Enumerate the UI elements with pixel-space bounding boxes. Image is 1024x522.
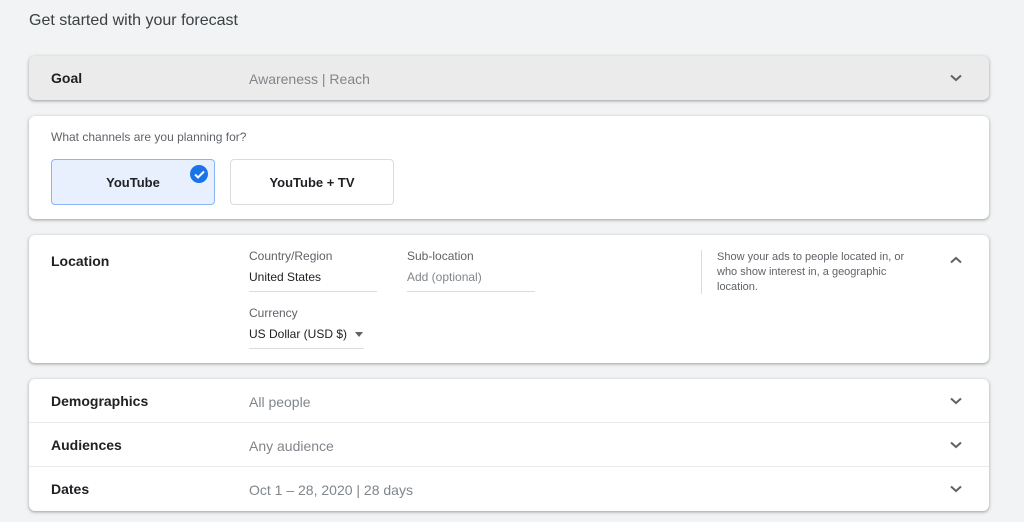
channels-question: What channels are you planning for? bbox=[51, 130, 247, 144]
audiences-label: Audiences bbox=[51, 437, 122, 453]
goal-label: Goal bbox=[51, 70, 83, 86]
chevron-down-icon[interactable] bbox=[949, 394, 963, 408]
channel-option-youtube-tv[interactable]: YouTube + TV bbox=[230, 159, 394, 205]
currency-select[interactable]: US Dollar (USD $) bbox=[249, 327, 364, 341]
page-title: Get started with your forecast bbox=[29, 12, 238, 29]
targeting-sections: Demographics All people Audiences Any au… bbox=[29, 379, 989, 511]
channel-option-youtube[interactable]: YouTube bbox=[51, 159, 215, 205]
country-field[interactable]: United States bbox=[249, 270, 321, 284]
divider bbox=[29, 466, 989, 467]
demographics-value: All people bbox=[249, 394, 311, 410]
goal-section[interactable]: Goal Awareness | Reach bbox=[29, 56, 989, 100]
sublocation-input[interactable]: Add (optional) bbox=[407, 270, 482, 284]
currency-caption: Currency bbox=[249, 306, 298, 320]
currency-value: US Dollar (USD $) bbox=[249, 327, 348, 341]
checkmark-icon bbox=[190, 165, 208, 183]
channel-option-label: YouTube + TV bbox=[269, 174, 355, 190]
channel-option-label: YouTube bbox=[106, 174, 160, 190]
dates-label: Dates bbox=[51, 481, 90, 497]
location-section: Location Country/Region United States Su… bbox=[29, 235, 989, 363]
channels-section: What channels are you planning for? YouT… bbox=[29, 116, 989, 219]
divider bbox=[29, 422, 989, 423]
currency-select-underline bbox=[249, 348, 364, 349]
sublocation-input-underline bbox=[407, 291, 535, 292]
demographics-label: Demographics bbox=[51, 393, 149, 409]
chevron-down-icon[interactable] bbox=[949, 71, 963, 85]
location-label: Location bbox=[51, 253, 110, 269]
dropdown-arrow-icon bbox=[355, 332, 364, 338]
goal-value: Awareness | Reach bbox=[249, 71, 370, 87]
sublocation-caption: Sub-location bbox=[407, 249, 474, 263]
dates-value: Oct 1 – 28, 2020 | 28 days bbox=[249, 482, 413, 498]
chevron-down-icon[interactable] bbox=[949, 438, 963, 452]
country-field-underline bbox=[249, 291, 377, 292]
location-help-text: Show your ads to people located in, or w… bbox=[701, 250, 916, 294]
chevron-down-icon[interactable] bbox=[949, 482, 963, 496]
audiences-value: Any audience bbox=[249, 438, 334, 454]
country-caption: Country/Region bbox=[249, 249, 333, 263]
chevron-up-icon[interactable] bbox=[949, 253, 963, 267]
